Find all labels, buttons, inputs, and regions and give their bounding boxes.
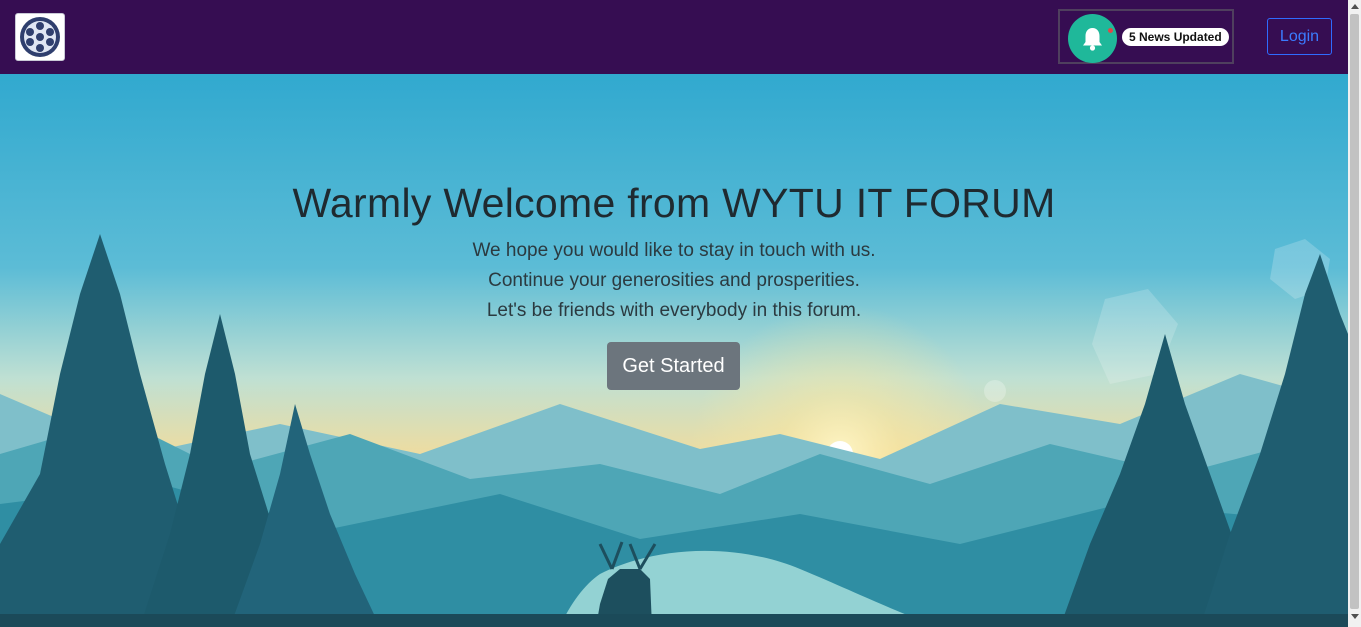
scroll-up-arrow-icon[interactable] (1351, 4, 1359, 9)
hero-subtitle-line-2: Continue your generosities and prosperit… (488, 270, 860, 291)
notification-bell-button[interactable] (1068, 14, 1117, 63)
scroll-thumb[interactable] (1350, 14, 1359, 609)
bell-icon (1083, 28, 1102, 51)
hero-section: Warmly Welcome from WYTU IT FORUM We hop… (0, 74, 1348, 627)
scroll-down-arrow-icon[interactable] (1351, 614, 1359, 619)
news-count-badge: 5 News Updated (1122, 28, 1229, 46)
film-reel-logo-icon (20, 17, 60, 57)
hero-title: Warmly Welcome from WYTU IT FORUM (292, 180, 1056, 226)
hero-subtitle-line-1: We hope you would like to stay in touch … (472, 240, 876, 261)
top-navbar: 5 News Updated Login (0, 0, 1348, 74)
get-started-button[interactable]: Get Started (607, 342, 740, 390)
hero-subtitle-line-3: Let's be friends with everybody in this … (486, 300, 862, 321)
news-notification[interactable]: 5 News Updated (1058, 9, 1234, 64)
unread-dot (1108, 28, 1113, 33)
vertical-scrollbar[interactable] (1348, 0, 1361, 627)
site-logo[interactable] (15, 13, 65, 61)
login-button[interactable]: Login (1267, 18, 1332, 55)
